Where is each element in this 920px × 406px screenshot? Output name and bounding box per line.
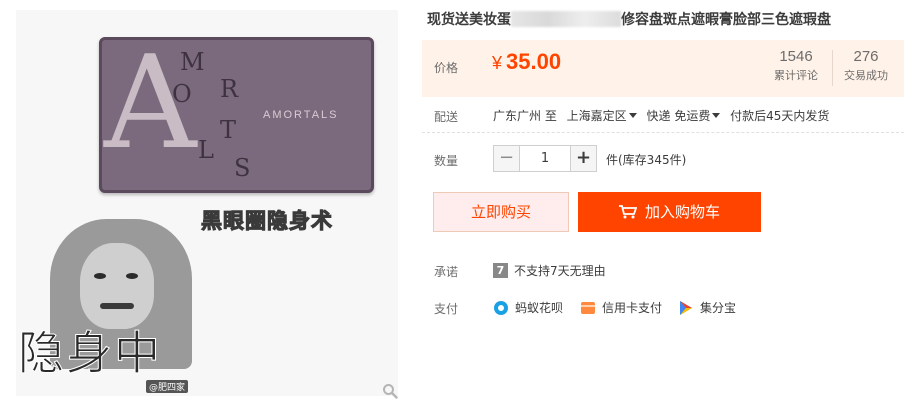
quantity-input[interactable]: 1 [520, 145, 570, 172]
price-amount: 35.00 [506, 49, 562, 74]
stock-info: 件(库存345件) [606, 153, 687, 167]
shipping-select[interactable]: 快递 免运费 [647, 109, 727, 123]
payment-method-label: 信用卡支付 [602, 301, 663, 315]
palette-case: A M O R T L S AMORTALS [99, 37, 374, 193]
buy-now-button[interactable]: 立即购买 [433, 192, 569, 232]
cart-icon [618, 205, 637, 219]
image-watermark: @肥四家 [146, 380, 189, 393]
return-policy-icon: 7 [493, 263, 508, 278]
promise-label: 承诺 [434, 265, 459, 279]
payment-method-label: 集分宝 [700, 301, 737, 315]
stat-divider [832, 50, 833, 86]
add-to-cart-label: 加入购物车 [644, 203, 720, 221]
increase-quantity-button[interactable]: + [570, 145, 597, 172]
currency-symbol: ¥ [492, 53, 503, 73]
logo-letter-l: L [198, 136, 214, 164]
image-caption: 黑眼圈隐身术 [201, 209, 333, 234]
delivery-destination: 上海嘉定区 [566, 109, 627, 123]
reviews-stat[interactable]: 1546 累计评论 [774, 48, 818, 83]
sales-count: 276 [853, 48, 879, 65]
brand-name: AMORTALS [263, 109, 339, 121]
delivery-label: 配送 [434, 110, 459, 124]
reviews-label: 累计评论 [774, 69, 818, 82]
dispatch-time: 付款后45天内发货 [730, 109, 830, 123]
huabei-icon [494, 300, 508, 315]
reviews-count: 1546 [779, 48, 813, 65]
chevron-down-icon [628, 113, 637, 118]
logo-letter-m: M [180, 48, 205, 76]
jifenbao-icon [680, 300, 692, 315]
logo-letter-s: S [234, 154, 251, 182]
add-to-cart-button[interactable]: 加入购物车 [578, 192, 761, 232]
promise-text: 不支持7天无理由 [514, 264, 606, 278]
product-image[interactable]: A M O R T L S AMORTALS 黑眼圈隐身术 隐身中 @肥四家 [16, 10, 398, 396]
payment-jifenbao: 集分宝 [678, 299, 736, 316]
quantity-stepper: − 1 + [493, 145, 597, 172]
logo-letter-o: O [172, 80, 192, 108]
product-title: 现货送美妆蛋 修容盘斑点遮暇膏脸部三色遮瑕盘 [427, 9, 907, 29]
payment-label: 支付 [434, 302, 459, 316]
price-panel: 价格 ¥35.00 1546 累计评论 276 交易成功 [422, 40, 904, 97]
payment-credit-card: 信用卡支付 [580, 299, 662, 316]
sales-stat: 276 交易成功 [844, 48, 888, 83]
credit-card-icon [581, 301, 595, 314]
quantity-label: 数量 [434, 154, 459, 168]
chevron-down-icon [712, 113, 721, 118]
redacted-text [511, 11, 621, 27]
product-title-end: 修容盘斑点遮暇膏脸部三色遮瑕盘 [621, 12, 831, 28]
decrease-quantity-button[interactable]: − [493, 145, 520, 172]
payment-huabei: 蚂蚁花呗 [493, 299, 563, 316]
logo-letter-t: T [220, 116, 237, 144]
delivery-origin: 广东广州 至 [493, 109, 557, 123]
logo-letter-r: R [220, 75, 239, 103]
promise-item: 7 不支持7天无理由 [493, 262, 606, 279]
section-divider [422, 132, 904, 133]
product-title-start: 现货送美妆蛋 [427, 12, 511, 28]
delivery-destination-select[interactable]: 上海嘉定区 [567, 109, 643, 123]
shipping-method: 快递 免运费 [646, 109, 711, 123]
zoom-icon[interactable] [382, 383, 398, 399]
price-value: ¥35.00 [492, 49, 561, 75]
delivery-row: 广东广州 至 上海嘉定区 快递 免运费 付款后45天内发货 [493, 107, 835, 124]
meme-text: 隐身中 [18, 326, 162, 381]
price-label: 价格 [434, 61, 459, 75]
sales-label: 交易成功 [844, 69, 888, 82]
payment-method-label: 蚂蚁花呗 [515, 301, 564, 315]
